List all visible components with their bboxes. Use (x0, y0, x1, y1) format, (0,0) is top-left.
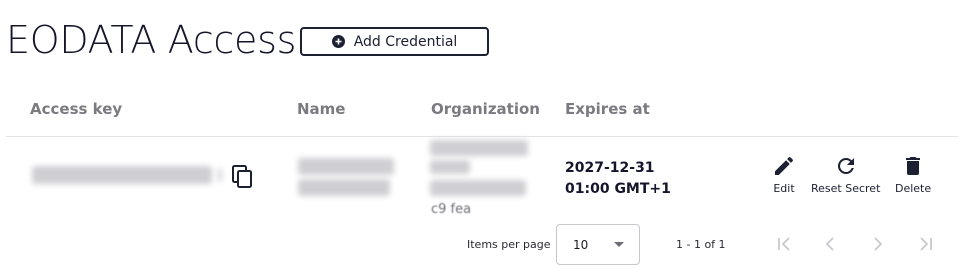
delete-button[interactable]: Delete (895, 154, 931, 195)
column-header-access-key: Access key (30, 100, 123, 118)
items-per-page-select[interactable]: 10 (556, 224, 640, 265)
trash-icon (906, 157, 921, 175)
redacted-access-key (32, 166, 212, 184)
reset-secret-label: Reset Secret (811, 182, 881, 195)
column-header-organization: Organization (431, 100, 540, 118)
reset-secret-button[interactable]: Reset Secret (811, 154, 880, 195)
column-header-expires-at: Expires at (565, 100, 650, 118)
previous-page-button[interactable] (819, 233, 841, 255)
expires-at: 2027-12-31 01:00 GMT+1 (565, 158, 671, 200)
edit-label: Edit (773, 182, 795, 195)
chevron-right-icon (874, 237, 883, 251)
last-page-icon (920, 237, 932, 251)
expires-date: 2027-12-31 (565, 160, 655, 176)
redacted-name-line-2 (298, 179, 390, 196)
refresh-icon (837, 158, 854, 174)
table-header-divider (6, 136, 958, 137)
plus-circle-icon (331, 35, 345, 48)
delete-label: Delete (895, 182, 932, 195)
redacted-separator (217, 168, 223, 182)
redacted-name-line-1 (298, 158, 394, 175)
dropdown-arrow-icon (614, 242, 624, 247)
organization-trailing-text: c9 fea (431, 202, 472, 217)
add-credential-label: Add Credential (353, 33, 458, 50)
redacted-organization-line-2 (430, 160, 470, 174)
pencil-icon (775, 156, 794, 175)
first-page-button[interactable] (773, 233, 795, 255)
page-range-label: 1 - 1 of 1 (676, 238, 726, 251)
edit-button[interactable]: Edit (772, 154, 796, 195)
items-per-page-value: 10 (573, 238, 589, 252)
items-per-page-label: Items per page (467, 238, 551, 251)
redacted-organization-line-3 (430, 180, 526, 196)
next-page-button[interactable] (867, 233, 889, 255)
first-page-icon (778, 237, 790, 251)
chevron-left-icon (825, 237, 834, 251)
column-header-name: Name (297, 100, 346, 118)
expires-time: 01:00 GMT+1 (565, 181, 671, 197)
redacted-organization-line-1 (430, 140, 528, 156)
add-credential-button[interactable]: Add Credential (300, 27, 489, 56)
page-title: EODATA Access (6, 18, 297, 62)
last-page-button[interactable] (915, 233, 937, 255)
copy-icon[interactable] (231, 164, 255, 190)
